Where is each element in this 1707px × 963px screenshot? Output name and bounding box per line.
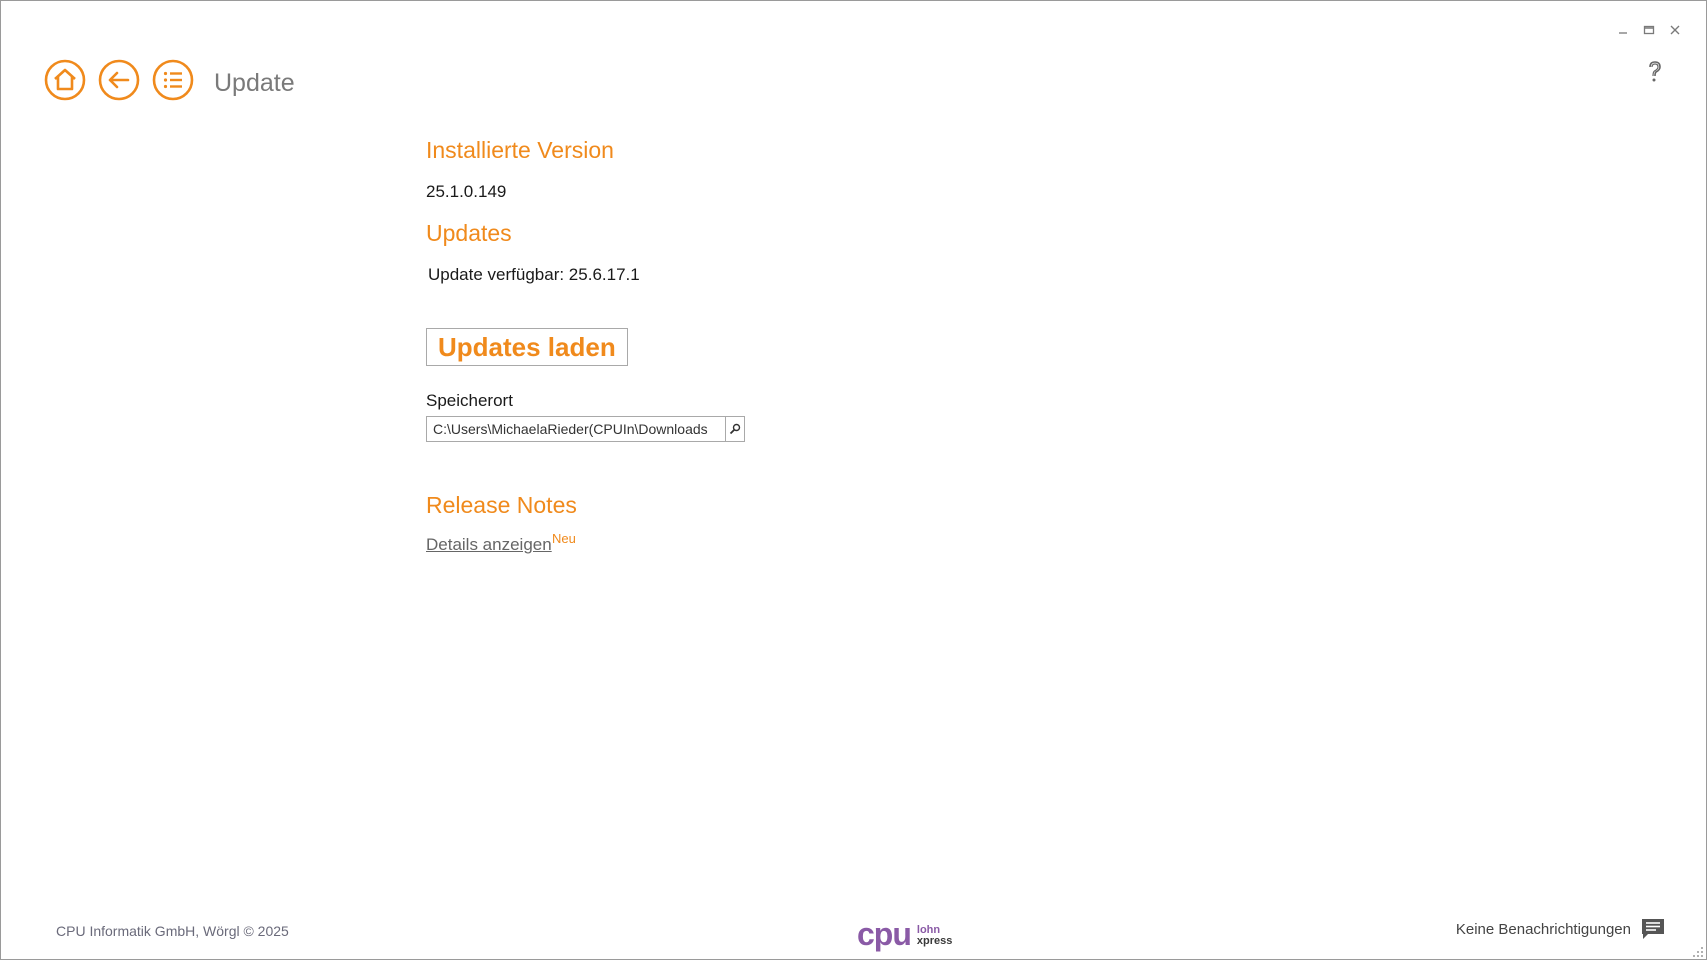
- page-title: Update: [214, 69, 295, 97]
- resize-grip-icon[interactable]: [1692, 945, 1704, 957]
- notifications-text: Keine Benachrichtigungen: [1455, 921, 1631, 938]
- nav-bar: [44, 59, 194, 101]
- logo-main-text: cpu: [857, 916, 912, 952]
- app-window: Update Installierte Version 25.1.0.149 U…: [0, 0, 1707, 960]
- release-notes-heading: Release Notes: [426, 492, 577, 518]
- notifications-icon[interactable]: [1640, 917, 1666, 941]
- back-icon[interactable]: [98, 59, 140, 101]
- help-icon[interactable]: [1644, 59, 1666, 85]
- new-badge: Neu: [552, 531, 576, 546]
- cpu-lohnxpress-logo: cpu lohn xpress: [857, 916, 952, 952]
- load-updates-button[interactable]: Updates laden: [426, 328, 628, 366]
- close-icon[interactable]: [1668, 23, 1682, 37]
- updates-heading: Updates: [426, 220, 512, 246]
- installed-version-value: 25.1.0.149: [426, 182, 507, 201]
- storage-location-label: Speicherort: [426, 391, 513, 410]
- menu-list-icon[interactable]: [152, 59, 194, 101]
- maximize-icon[interactable]: [1642, 23, 1656, 37]
- home-icon[interactable]: [44, 59, 86, 101]
- search-icon[interactable]: [725, 416, 745, 442]
- logo-sub: lohn xpress: [917, 925, 952, 947]
- storage-path-field[interactable]: C:\Users\MichaelaRieder(CPUIn\Downloads: [426, 416, 726, 442]
- minimize-icon[interactable]: [1616, 23, 1630, 37]
- copyright-text: CPU Informatik GmbH, Wörgl © 2025: [56, 923, 289, 939]
- update-status-text: Update verfügbar: 25.6.17.1: [428, 265, 640, 284]
- logo-xpress-text: xpress: [916, 935, 953, 947]
- details-link[interactable]: Details anzeigen: [426, 535, 552, 555]
- window-controls: [1616, 23, 1682, 37]
- installed-version-heading: Installierte Version: [426, 137, 614, 163]
